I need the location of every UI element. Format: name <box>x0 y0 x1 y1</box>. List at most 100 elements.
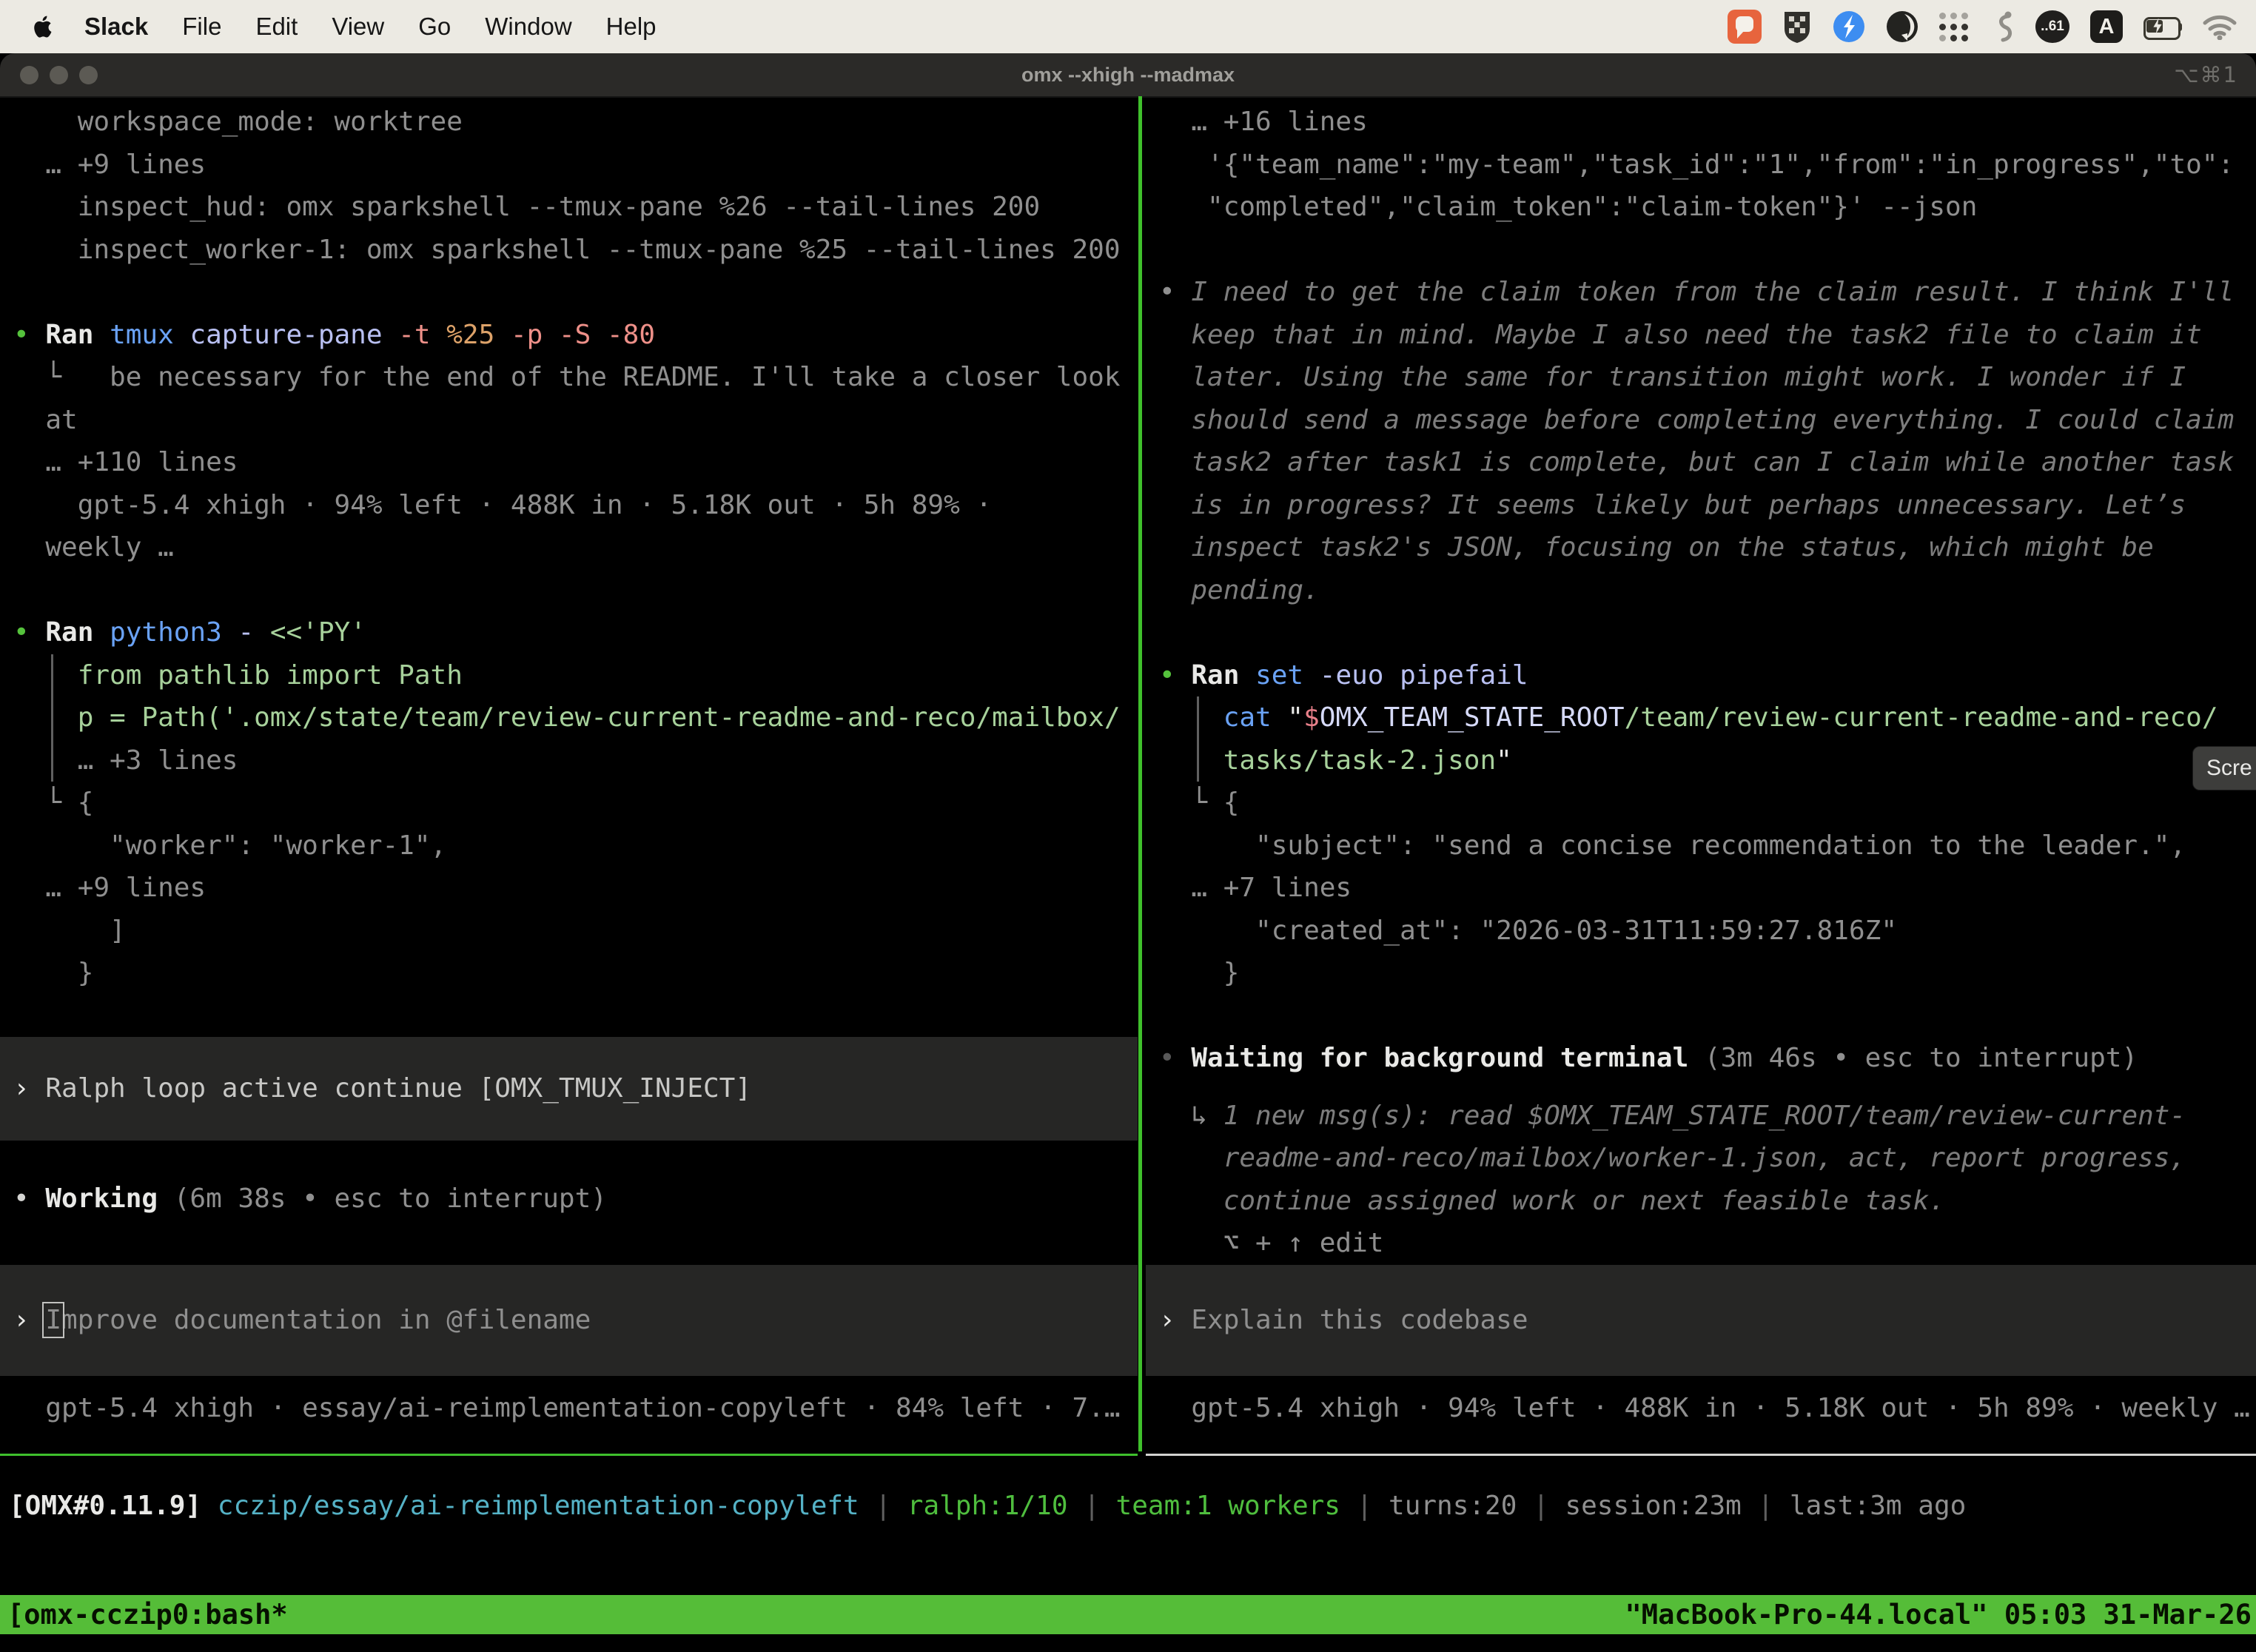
terminal-line: ↳ 1 new msg(s): read $OMX_TEAM_STATE_ROO… <box>1159 1095 2256 1138</box>
terminal-gap <box>1159 1080 2256 1095</box>
terminal-line: › Explain this codebase <box>1159 1299 1528 1342</box>
terminal-line: task2 after task1 is complete, but can I… <box>1159 441 2256 484</box>
command-output-bar <box>1191 739 1207 782</box>
terminal-gap <box>13 1220 1138 1265</box>
window-titlebar[interactable]: omx --xhigh --madmax ⌥⌘1 <box>0 53 2256 98</box>
terminal-line <box>13 271 1138 314</box>
terminal-line: p = Path('.omx/state/team/review-current… <box>13 696 1138 739</box>
window-title: omx --xhigh --madmax <box>0 53 2256 96</box>
terminal-line: continue assigned work or next feasible … <box>1159 1180 2256 1223</box>
terminal-line: • I need to get the claim token from the… <box>1159 271 2256 314</box>
terminal-line: should send a message before completing … <box>1159 399 2256 442</box>
terminal-line: • Waiting for background terminal (3m 46… <box>1159 1037 2256 1080</box>
terminal-line: } <box>1159 952 2256 995</box>
command-output-bar <box>45 654 61 697</box>
terminal-line: from pathlib import Path <box>13 654 1138 697</box>
terminal-line: gpt-5.4 xhigh · 94% left · 488K in · 5.1… <box>13 484 1138 527</box>
terminal-line: gpt-5.4 xhigh · 94% left · 488K in · 5.1… <box>1159 1387 2256 1430</box>
window-shortcut-badge: ⌥⌘1 <box>2174 53 2238 96</box>
tmux-pane-divider[interactable] <box>1138 96 1142 1451</box>
terminal-line: … +7 lines <box>1159 867 2256 910</box>
menu-bar: Slack File Edit View Go Window Help ..61… <box>0 0 2256 53</box>
terminal-line: inspect task2's JSON, focusing on the st… <box>1159 526 2256 569</box>
badge-61-icon[interactable]: ..61 <box>2035 10 2069 43</box>
terminal-line: └ { <box>1159 782 2256 825</box>
terminal-line: • Working (6m 38s • esc to interrupt) <box>13 1178 1138 1220</box>
terminal-line: … +3 lines <box>13 739 1138 782</box>
battery-charging-icon[interactable] <box>2143 17 2182 37</box>
terminal-line: • Ran set -euo pipefail <box>1159 654 2256 697</box>
terminal-line: › Ralph loop active continue [OMX_TMUX_I… <box>13 1067 751 1110</box>
terminal-line: › Improve documentation in @filename <box>13 1299 591 1342</box>
menu-status-icons: ..61 A <box>1728 10 2237 44</box>
terminal-gap <box>1159 1376 2256 1387</box>
terminal-line: at <box>13 399 1138 442</box>
menu-file[interactable]: File <box>182 13 221 41</box>
omx-status-line: [OMX#0.11.9] cczip/essay/ai-reimplementa… <box>9 1485 1966 1528</box>
terminal-line: └ { <box>13 782 1138 825</box>
terminal-left-pane[interactable]: workspace_mode: worktree … +9 lines insp… <box>0 96 1138 1456</box>
menu-go[interactable]: Go <box>418 13 451 41</box>
terminal-line: "completed","claim_token":"claim-token"}… <box>1159 186 2256 229</box>
terminal-right-pane[interactable]: … +16 lines '{"team_name":"my-team","tas… <box>1146 96 2256 1456</box>
suggestion-ghost-right[interactable]: › Explain this codebase <box>1146 1265 2256 1376</box>
command-output-bar <box>1191 696 1207 739</box>
command-output-bar <box>45 739 61 782</box>
terminal-line: } <box>13 952 1138 995</box>
terminal-line: ] <box>13 910 1138 953</box>
terminal-line: keep that in mind. Maybe I also need the… <box>1159 314 2256 357</box>
terminal-line: gpt-5.4 xhigh · essay/ai-reimplementatio… <box>13 1387 1138 1430</box>
terminal-line: "worker": "worker-1", <box>13 825 1138 867</box>
screen-tooltip: Scre <box>2192 746 2256 790</box>
crescent-icon[interactable] <box>1886 10 1918 43</box>
screen-tooltip-label: Scre <box>2206 756 2252 781</box>
s-curve-icon[interactable] <box>1990 10 2015 44</box>
tmux-host-clock-label: "MacBook-Pro-44.local" 05:03 31-Mar-26 <box>1625 1595 2252 1634</box>
prompt-input-left[interactable]: › Improve documentation in @filename <box>0 1265 1138 1376</box>
tmux-status-bar: [omx-cczip0:bash* "MacBook-Pro-44.local"… <box>0 1595 2256 1634</box>
terminal-line: ⌥ + ↑ edit <box>1159 1222 2256 1265</box>
letter-a-icon[interactable]: A <box>2090 10 2123 43</box>
apple-menu-icon[interactable] <box>33 13 55 40</box>
terminal-line: … +110 lines <box>13 441 1138 484</box>
menu-edit[interactable]: Edit <box>255 13 298 41</box>
terminal-line: cat "$OMX_TEAM_STATE_ROOT/team/review-cu… <box>1159 696 2256 739</box>
terminal-line: workspace_mode: worktree <box>13 101 1138 144</box>
terminal-line <box>13 995 1138 1038</box>
wifi-icon[interactable] <box>2203 13 2237 40</box>
command-output-bar <box>45 696 61 739</box>
terminal-line: readme-and-reco/mailbox/worker-1.json, a… <box>1159 1137 2256 1180</box>
terminal-line: └ be necessary for the end of the README… <box>13 356 1138 399</box>
terminal-line: is in progress? It seems likely but perh… <box>1159 484 2256 527</box>
terminal-line <box>1159 229 2256 272</box>
terminal-line: inspect_hud: omx sparkshell --tmux-pane … <box>13 186 1138 229</box>
terminal-line: … +16 lines <box>1159 101 2256 144</box>
terminal-window: omx --xhigh --madmax ⌥⌘1 workspace_mode:… <box>0 53 2256 1652</box>
terminal-line: tasks/task-2.json" <box>1159 739 2256 782</box>
shield-grid-icon[interactable] <box>1782 10 1812 44</box>
terminal-line: later. Using the same for transition mig… <box>1159 356 2256 399</box>
terminal-line: weekly … <box>13 526 1138 569</box>
dot-grid-icon[interactable] <box>1939 12 1969 41</box>
tmux-session-label: [omx-cczip0:bash* <box>7 1595 288 1634</box>
terminal-line: "subject": "send a concise recommendatio… <box>1159 825 2256 867</box>
terminal-line <box>1159 995 2256 1038</box>
chat-app-icon[interactable] <box>1728 10 1762 44</box>
injected-prompt-banner[interactable]: › Ralph loop active continue [OMX_TMUX_I… <box>0 1037 1138 1141</box>
terminal-line: … +9 lines <box>13 144 1138 187</box>
blue-bolt-icon[interactable] <box>1833 10 1865 43</box>
menu-app-name[interactable]: Slack <box>84 13 148 41</box>
terminal-line: inspect_worker-1: omx sparkshell --tmux-… <box>13 229 1138 272</box>
menu-help[interactable]: Help <box>606 13 657 41</box>
terminal-line: • Ran tmux capture-pane -t %25 -p -S -80 <box>13 314 1138 357</box>
terminal-line <box>13 569 1138 612</box>
menu-window[interactable]: Window <box>485 13 571 41</box>
terminal-line: • Ran python3 - <<'PY' <box>13 611 1138 654</box>
terminal-line: pending. <box>1159 569 2256 612</box>
terminal-gap <box>13 1141 1138 1178</box>
terminal-line: "created_at": "2026-03-31T11:59:27.816Z" <box>1159 910 2256 953</box>
terminal-line <box>1159 611 2256 654</box>
menu-view[interactable]: View <box>332 13 384 41</box>
terminal-gap <box>13 1376 1138 1387</box>
terminal-line: '{"team_name":"my-team","task_id":"1","f… <box>1159 144 2256 187</box>
